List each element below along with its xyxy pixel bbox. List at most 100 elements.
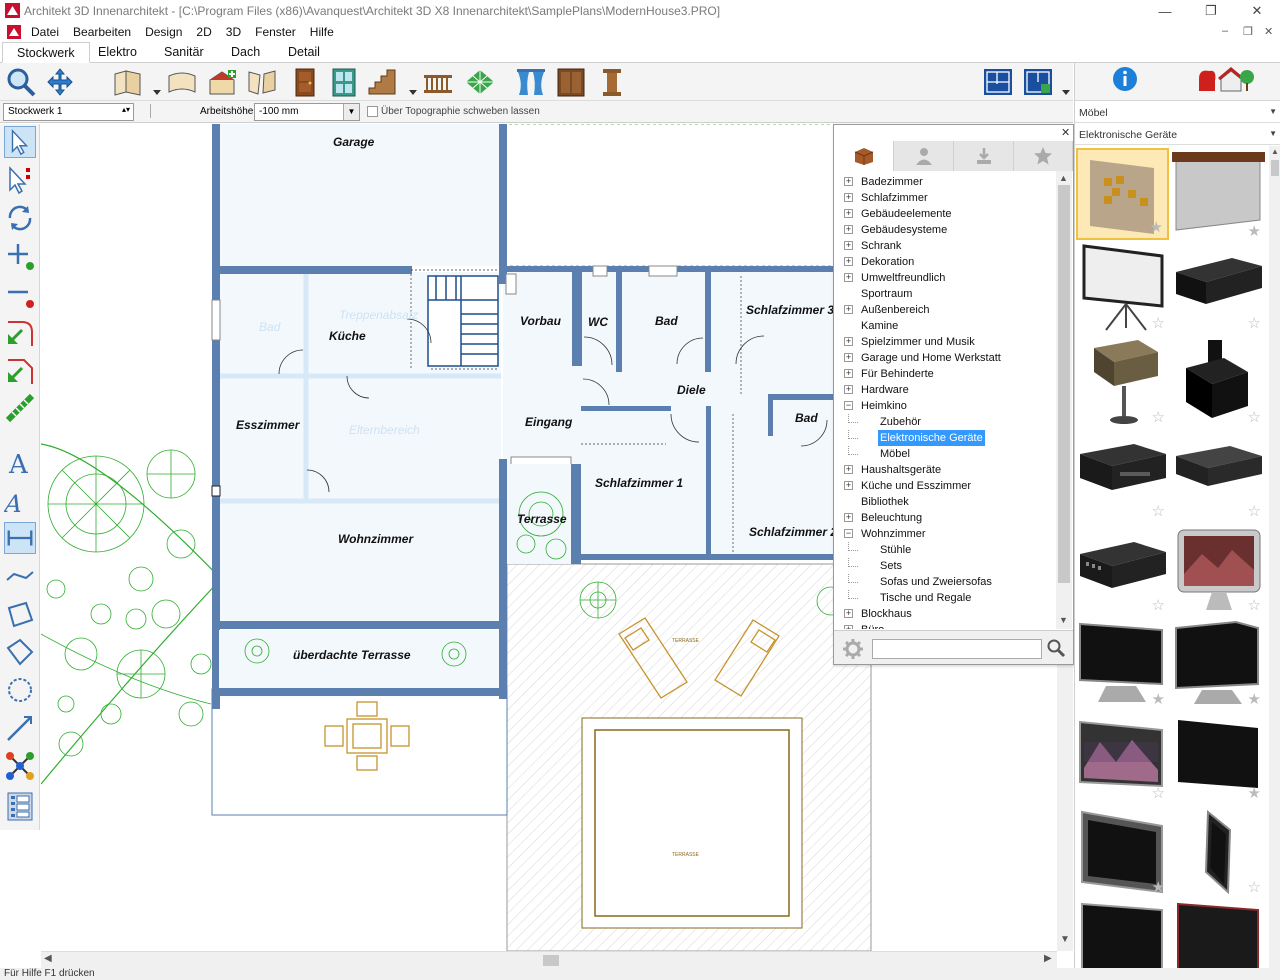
select-arrow-icon[interactable] — [4, 126, 36, 158]
scroll-down-icon[interactable]: ▼ — [1059, 615, 1068, 625]
text-icon[interactable]: A — [4, 446, 36, 478]
select-points-icon[interactable] — [4, 164, 36, 196]
expand-icon[interactable]: + — [844, 273, 853, 282]
scroll-up-icon[interactable]: ▲ — [1271, 147, 1279, 156]
menu-hilfe[interactable]: Hilfe — [303, 25, 341, 39]
tree-item[interactable]: Spielzimmer und Musik — [859, 334, 977, 350]
favorite-star-icon[interactable]: ★ — [1152, 690, 1165, 708]
angled-text-icon[interactable]: A — [4, 484, 36, 516]
thumbnail-item[interactable] — [1172, 900, 1265, 968]
split-wall-icon[interactable] — [246, 66, 278, 98]
objects-library-icon[interactable] — [1195, 65, 1255, 95]
expand-icon[interactable]: + — [844, 193, 853, 202]
thumbnail-item[interactable]: ★ — [1172, 618, 1265, 710]
expand-icon[interactable]: + — [844, 481, 853, 490]
menu-fenster[interactable]: Fenster — [248, 25, 303, 39]
mdi-close-button[interactable]: ✕ — [1264, 25, 1273, 38]
floor-plan-3d-icon[interactable] — [1022, 66, 1054, 98]
tree-item[interactable]: Dekoration — [859, 254, 916, 270]
favorite-star-icon[interactable]: ★ — [1248, 784, 1261, 802]
expand-icon[interactable]: + — [844, 369, 853, 378]
expand-icon[interactable]: + — [844, 337, 853, 346]
tree-item[interactable]: Kamine — [859, 318, 900, 334]
expand-icon[interactable]: + — [844, 241, 853, 250]
hatch-line-icon[interactable] — [4, 392, 36, 424]
thumbnail-item[interactable]: ☆ — [1076, 242, 1169, 334]
gear-icon[interactable] — [843, 639, 863, 659]
favorite-star-icon[interactable]: ★ — [1248, 222, 1261, 240]
expand-icon[interactable]: + — [844, 209, 853, 218]
fillet-icon[interactable] — [4, 316, 36, 348]
close-button[interactable]: ✕ — [1234, 0, 1280, 22]
favorite-star-icon[interactable]: ☆ — [1248, 408, 1261, 426]
mdi-minimize-button[interactable]: – — [1222, 25, 1228, 37]
thumbnail-item[interactable]: ★ — [1172, 150, 1265, 242]
tree-item[interactable]: Sofas und Zweiersofas — [878, 574, 994, 590]
favorite-star-icon[interactable]: ☆ — [1248, 502, 1261, 520]
pan-icon[interactable] — [44, 66, 76, 98]
topography-checkbox[interactable] — [367, 106, 378, 117]
tree-item[interactable]: Elektronische Geräte — [878, 430, 985, 446]
add-point-icon[interactable] — [4, 240, 36, 272]
tree-item[interactable]: Küche und Esszimmer — [859, 478, 973, 494]
tab-dach[interactable]: Dach — [217, 42, 274, 63]
floor-select[interactable]: Stockwerk 1 ▴▾ — [3, 103, 134, 121]
window-icon[interactable] — [328, 66, 360, 98]
wall-tool-icon[interactable] — [112, 66, 144, 98]
tree-item[interactable]: Schlafzimmer — [859, 190, 930, 206]
thumbnail-item[interactable]: ☆ — [1076, 712, 1169, 804]
expand-icon[interactable]: + — [844, 609, 853, 618]
thumbnail-item[interactable]: ☆ — [1172, 242, 1265, 334]
catalog-tab-favorites[interactable] — [1014, 141, 1073, 171]
catalog-search-input[interactable] — [872, 639, 1042, 659]
catalog-tab-user[interactable] — [894, 141, 954, 171]
room-tool-icon[interactable] — [206, 66, 238, 98]
tree-item[interactable]: Büro — [859, 622, 886, 629]
favorite-star-icon[interactable]: ☆ — [1248, 596, 1261, 614]
catalog-tree-scrollbar[interactable]: ▲ ▼ — [1056, 171, 1072, 629]
floor-pattern-icon[interactable] — [464, 66, 496, 98]
tree-item[interactable]: Badezimmer — [859, 174, 925, 190]
rotate-icon[interactable] — [4, 202, 36, 234]
scroll-left-icon[interactable]: ◀ — [44, 953, 52, 964]
tree-item[interactable]: Blockhaus — [859, 606, 914, 622]
tree-item[interactable]: Für Behinderte — [859, 366, 936, 382]
favorite-star-icon[interactable]: ☆ — [1152, 502, 1165, 520]
library-scroll-thumb[interactable] — [1271, 160, 1279, 176]
tree-item[interactable]: Tische und Regale — [878, 590, 973, 606]
collapse-icon[interactable]: − — [844, 401, 853, 410]
tree-item[interactable]: Sportraum — [859, 286, 914, 302]
tree-item[interactable]: Haushaltsgeräte — [859, 462, 943, 478]
info-icon[interactable] — [1112, 66, 1138, 92]
category-select-2[interactable]: Elektronische Geräte ▼ — [1075, 125, 1280, 145]
catalog-scroll-thumb[interactable] — [1058, 185, 1070, 583]
dropdown-arrow-icon[interactable] — [153, 90, 161, 96]
line-tool-icon[interactable] — [4, 712, 36, 744]
tree-item[interactable]: Wohnzimmer — [859, 526, 928, 542]
tab-sanitaer[interactable]: Sanitär — [150, 42, 218, 63]
tree-item[interactable]: Garage und Home Werkstatt — [859, 350, 1003, 366]
thumbnail-item[interactable]: ☆ — [1076, 336, 1169, 428]
thumbnail-item[interactable]: ☆ — [1172, 806, 1265, 898]
collapse-icon[interactable]: − — [844, 529, 853, 538]
thumbnail-item[interactable]: ☆ — [1172, 430, 1265, 522]
polygon-icon[interactable] — [4, 598, 36, 630]
remove-point-icon[interactable] — [4, 278, 36, 310]
chevron-down-icon[interactable]: ▼ — [1269, 129, 1277, 138]
network-icon[interactable] — [4, 750, 36, 782]
expand-icon[interactable]: + — [844, 225, 853, 234]
horizontal-scroll-thumb[interactable] — [543, 955, 559, 966]
scroll-down-icon[interactable]: ▼ — [1060, 934, 1070, 945]
dimension-chain-icon[interactable] — [4, 560, 36, 592]
category-select-1[interactable]: Möbel ▼ — [1075, 103, 1280, 123]
tab-stockwerk[interactable]: Stockwerk — [2, 42, 90, 63]
thumbnail-item[interactable]: ☆ — [1076, 430, 1169, 522]
dropdown-arrow-icon[interactable] — [1062, 90, 1070, 96]
dropdown-arrow-icon[interactable] — [409, 90, 417, 96]
tab-elektro[interactable]: Elektro — [84, 42, 151, 63]
chevron-down-icon[interactable]: ▼ — [1269, 107, 1277, 116]
menu-bearbeiten[interactable]: Bearbeiten — [66, 25, 138, 39]
expand-icon[interactable]: + — [844, 513, 853, 522]
expand-icon[interactable]: + — [844, 465, 853, 474]
document-icon[interactable] — [6, 24, 22, 40]
